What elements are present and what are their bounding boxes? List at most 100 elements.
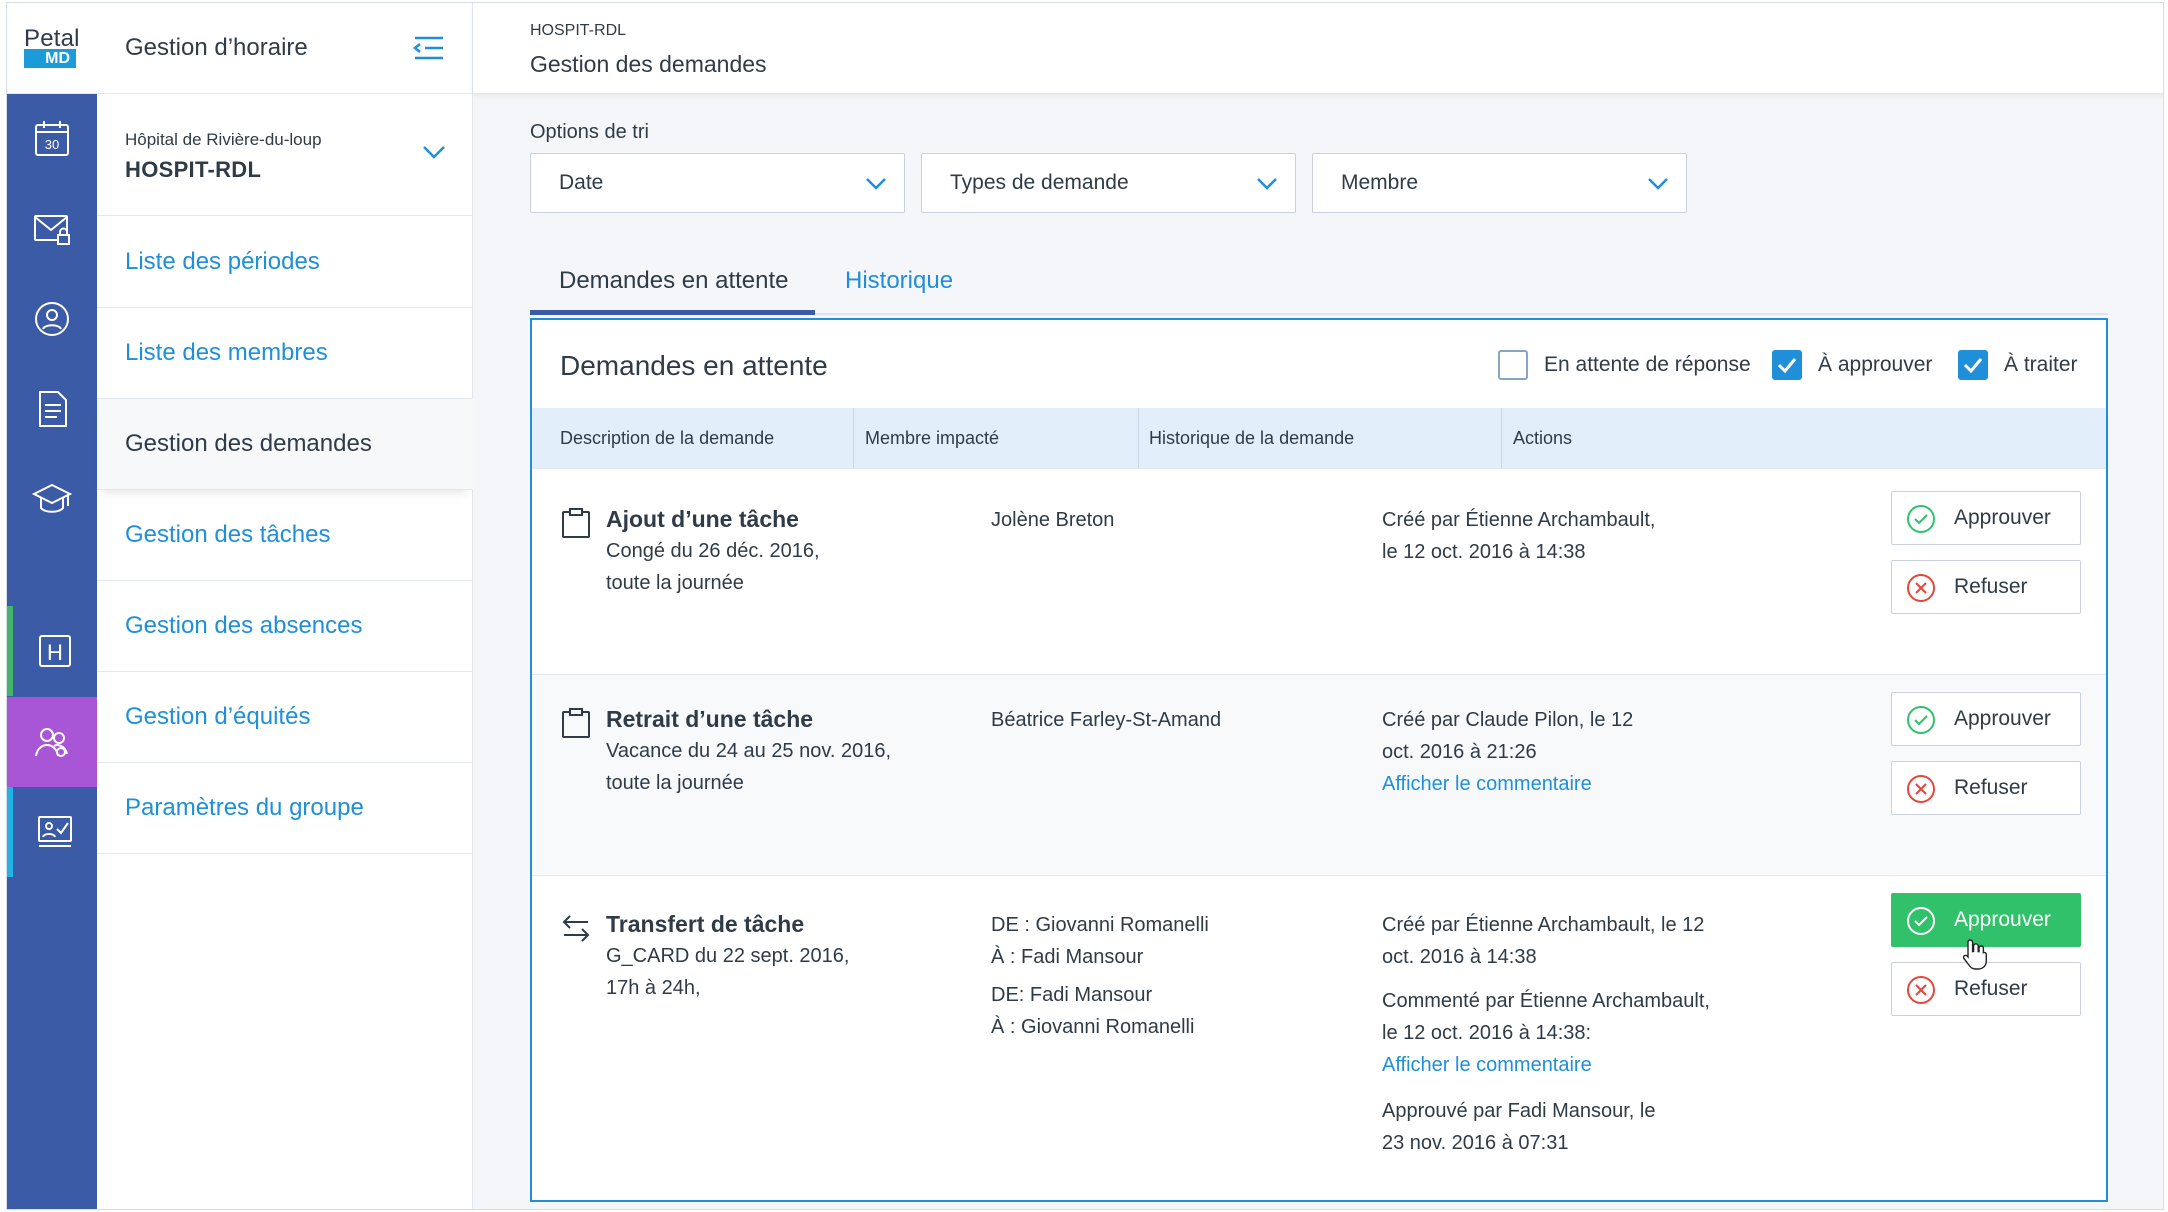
table-row: Ajout d’une tâche Congé du 26 déc. 2016,… <box>532 468 2106 674</box>
panel-title: Demandes en attente <box>560 350 828 381</box>
hand-cursor-icon <box>1962 939 1987 970</box>
chevron-down-icon <box>1257 178 1277 190</box>
request-description: Ajout d’une tâche Congé du 26 déc. 2016,… <box>606 503 820 599</box>
calendar-day: 30 <box>45 137 59 152</box>
check-circle-icon <box>1907 706 1935 734</box>
request-detail: 17h à 24h, <box>606 977 701 999</box>
refuse-label: Refuser <box>1954 776 2028 799</box>
approve-label: Approuver <box>1954 506 2051 529</box>
member-line: DE : Giovanni Romanelli <box>991 914 1209 936</box>
sidebar-item-periods[interactable]: Liste des périodes <box>97 217 473 308</box>
hospital-selector[interactable]: Hôpital de Rivière-du-loup HOSPIT-RDL <box>97 95 473 216</box>
sidebar-item-members[interactable]: Liste des membres <box>97 308 473 399</box>
filter-to-process[interactable]: À traiter <box>1958 350 2078 380</box>
approve-button[interactable]: Approuver <box>1891 692 2081 746</box>
clipboard-icon <box>562 708 590 738</box>
app-window: Petal MD 30 H Gestion d’horaire Hôpital … <box>6 2 2164 1210</box>
request-title: Retrait d’une tâche <box>606 706 814 732</box>
rail-calendar[interactable]: 30 <box>7 94 97 184</box>
page-title: Gestion des demandes <box>530 51 767 77</box>
mail-lock-icon <box>34 215 70 245</box>
close-circle-icon <box>1907 976 1935 1004</box>
request-history: Créé par Claude Pilon, le 12 oct. 2016 à… <box>1382 704 1633 800</box>
hospital-icon: H <box>39 635 71 667</box>
main-content: HOSPIT-RDL Gestion des demandes Options … <box>473 3 2163 1209</box>
sidebar-item-requests[interactable]: Gestion des demandes <box>97 399 473 490</box>
request-detail: toute la journée <box>606 772 744 794</box>
logo-md-badge: MD <box>24 49 76 68</box>
collapse-menu-icon[interactable] <box>411 33 445 63</box>
chevron-down-icon <box>423 146 445 159</box>
approved-line: 23 nov. 2016 à 07:31 <box>1382 1132 1569 1154</box>
sidebar-item-absences[interactable]: Gestion des absences <box>97 581 473 672</box>
user-circle-icon <box>35 302 69 336</box>
clipboard-icon <box>562 508 590 538</box>
request-title: Ajout d’une tâche <box>606 506 799 532</box>
sort-member-select[interactable]: Membre <box>1312 153 1687 213</box>
show-comment-link[interactable]: Afficher le commentaire <box>1382 768 1633 800</box>
table-row: Transfert de tâche G_CARD du 22 sept. 20… <box>532 875 2106 1200</box>
sort-date-select[interactable]: Date <box>530 153 905 213</box>
petal-md-logo[interactable]: Petal MD <box>7 3 97 94</box>
breadcrumb[interactable]: HOSPIT-RDL <box>530 22 626 40</box>
group-icon <box>35 728 68 757</box>
filter-to-approve-label: À approuver <box>1818 353 1933 376</box>
checkmark-icon <box>1777 358 1797 374</box>
graduation-cap-icon <box>32 483 72 513</box>
refuse-button[interactable]: Refuser <box>1891 560 2081 614</box>
checkmark-icon <box>1963 358 1983 374</box>
sidebar-title: Gestion d’horaire <box>125 34 308 61</box>
refuse-label: Refuser <box>1954 575 2028 598</box>
refuse-button[interactable]: Refuser <box>1891 761 2081 815</box>
rail-profile[interactable] <box>7 274 97 364</box>
sidebar-item-group-settings[interactable]: Paramètres du groupe <box>97 763 473 854</box>
rail-group[interactable] <box>7 697 97 787</box>
checkbox-to-process[interactable] <box>1958 350 1988 380</box>
column-description: Description de la demande <box>560 427 775 448</box>
close-circle-icon <box>1907 574 1935 602</box>
request-description: Retrait d’une tâche Vacance du 24 au 25 … <box>606 703 891 799</box>
icon-rail: 30 H <box>7 94 97 1209</box>
member-line: DE: Fadi Mansour <box>991 984 1153 1006</box>
rail-presentation[interactable] <box>7 787 97 877</box>
sort-member-value: Membre <box>1341 171 1419 194</box>
request-detail: Congé du 26 déc. 2016, <box>606 540 820 562</box>
request-detail: G_CARD du 22 sept. 2016, <box>606 945 850 967</box>
rail-messages[interactable] <box>7 184 97 274</box>
comment-line: le 12 oct. 2016 à 14:38: <box>1382 1022 1592 1044</box>
checkbox-to-approve[interactable] <box>1772 350 1802 380</box>
approve-button[interactable]: Approuver <box>1891 491 2081 545</box>
hospital-code: HOSPIT-RDL <box>125 157 262 182</box>
request-history: Créé par Étienne Archambault, le 12 oct.… <box>1382 504 1656 568</box>
member-line: À : Fadi Mansour <box>991 946 1144 968</box>
sidebar: Gestion d’horaire Hôpital de Rivière-du-… <box>97 3 473 1209</box>
history-line: Créé par Claude Pilon, le 12 <box>1382 709 1634 731</box>
sidebar-item-tasks[interactable]: Gestion des tâches <box>97 490 473 581</box>
rail-hospital[interactable]: H <box>7 606 97 696</box>
member-line: À : Giovanni Romanelli <box>991 1016 1195 1038</box>
sort-options-label: Options de tri <box>530 121 649 143</box>
impacted-member: Jolène Breton <box>991 509 1115 531</box>
pending-requests-panel: Demandes en attente En attente de répons… <box>530 318 2108 1202</box>
column-history: Historique de la demande <box>1149 427 1355 448</box>
page-header: HOSPIT-RDL Gestion des demandes <box>473 3 2163 94</box>
tab-pending[interactable]: Demandes en attente <box>559 267 789 295</box>
tab-history[interactable]: Historique <box>845 267 953 295</box>
close-circle-icon <box>1907 775 1935 803</box>
hospital-letter: H <box>47 640 63 665</box>
filter-awaiting-response[interactable]: En attente de réponse <box>1498 350 1751 380</box>
column-actions: Actions <box>1513 427 1573 448</box>
show-comment-link[interactable]: Afficher le commentaire <box>1382 1049 1710 1081</box>
checkbox-awaiting-response[interactable] <box>1498 350 1528 380</box>
refuse-label: Refuser <box>1954 977 2028 1000</box>
filter-awaiting-response-label: En attente de réponse <box>1544 353 1751 376</box>
filter-to-approve[interactable]: À approuver <box>1772 350 1932 380</box>
sort-type-select[interactable]: Types de demande <box>921 153 1296 213</box>
refuse-button[interactable]: Refuser <box>1891 962 2081 1016</box>
sidebar-item-equities[interactable]: Gestion d’équités <box>97 672 473 763</box>
hospital-full-name: Hôpital de Rivière-du-loup <box>125 130 322 149</box>
table-row: Retrait d’une tâche Vacance du 24 au 25 … <box>532 674 2106 875</box>
rail-documents[interactable] <box>7 364 97 454</box>
transfer-arrows-icon <box>562 915 590 942</box>
rail-training[interactable] <box>7 454 97 544</box>
